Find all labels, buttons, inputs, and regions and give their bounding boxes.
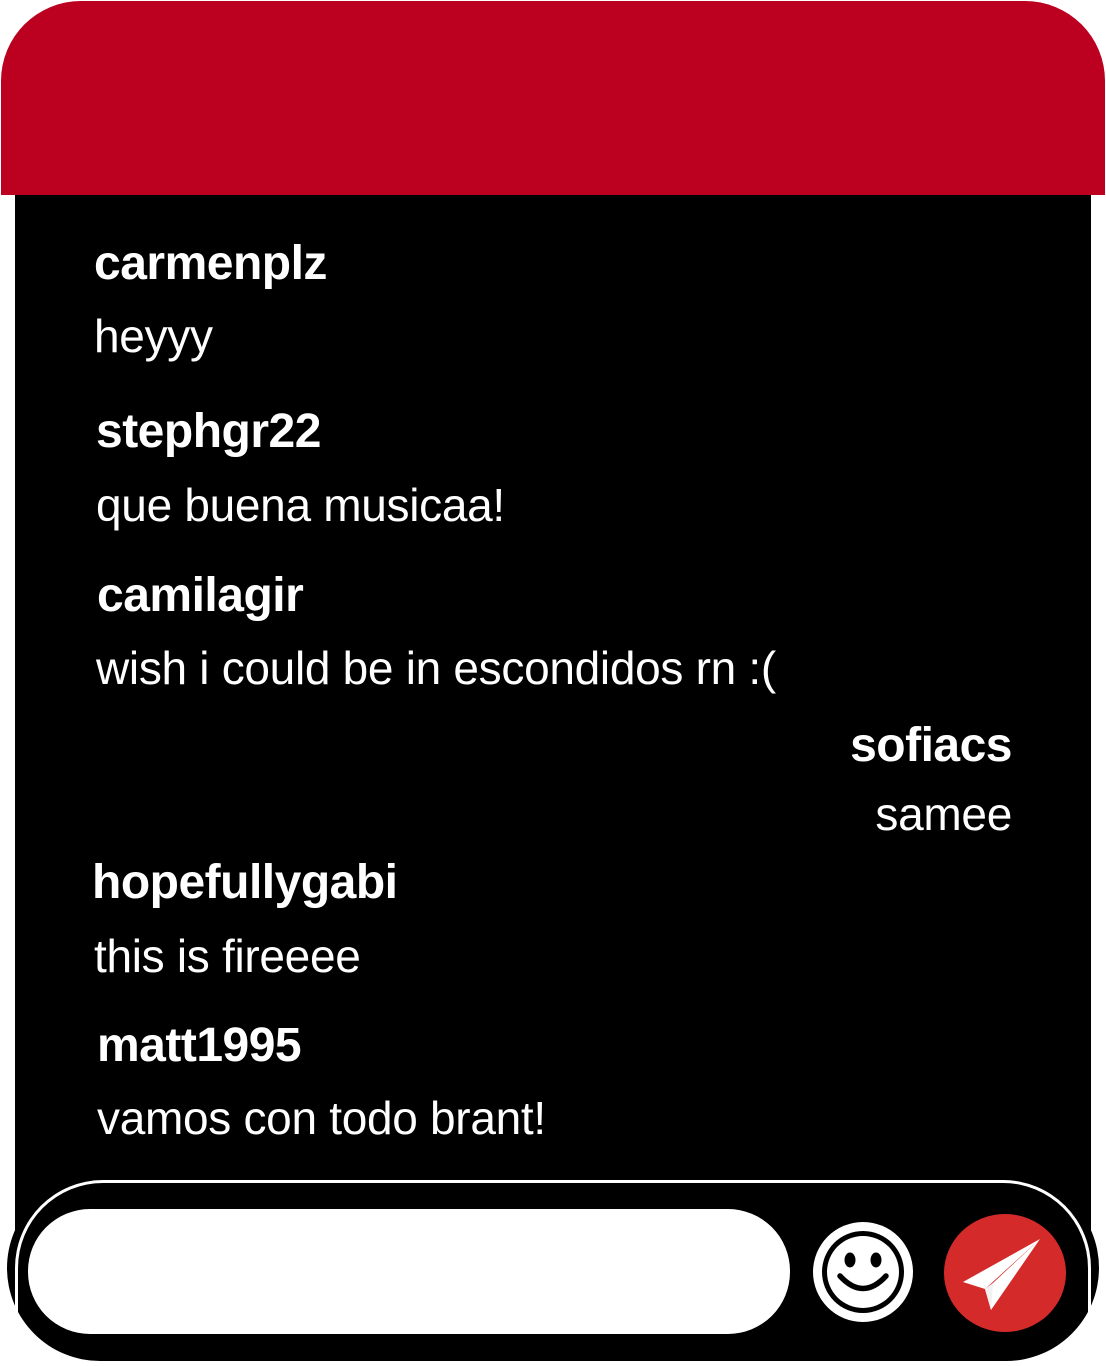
message-text: wish i could be in escondidos rn :(	[96, 642, 776, 694]
message-username: camilagir	[97, 569, 304, 622]
send-button[interactable]	[943, 1213, 1067, 1333]
message-input[interactable]	[28, 1209, 790, 1334]
message-username: stephgr22	[96, 405, 321, 458]
message-username: carmenplz	[94, 237, 327, 290]
message-text: samee	[875, 788, 1012, 840]
message-text: this is fireeee	[94, 930, 361, 982]
message-username: matt1995	[97, 1019, 302, 1072]
chat-header	[1, 1, 1105, 195]
message-text: que buena musicaa!	[96, 479, 505, 531]
message-text: heyyy	[94, 310, 213, 362]
message-username: sofiacs	[850, 719, 1012, 772]
message-text: vamos con todo brant!	[97, 1092, 546, 1144]
chat-window: carmenplz heyyy stephgr22 que buena musi…	[0, 0, 1106, 1366]
emoji-button[interactable]	[810, 1219, 916, 1325]
smiley-icon	[813, 1222, 913, 1322]
message-username: hopefullygabi	[92, 856, 398, 909]
paper-plane-icon	[944, 1214, 1066, 1332]
